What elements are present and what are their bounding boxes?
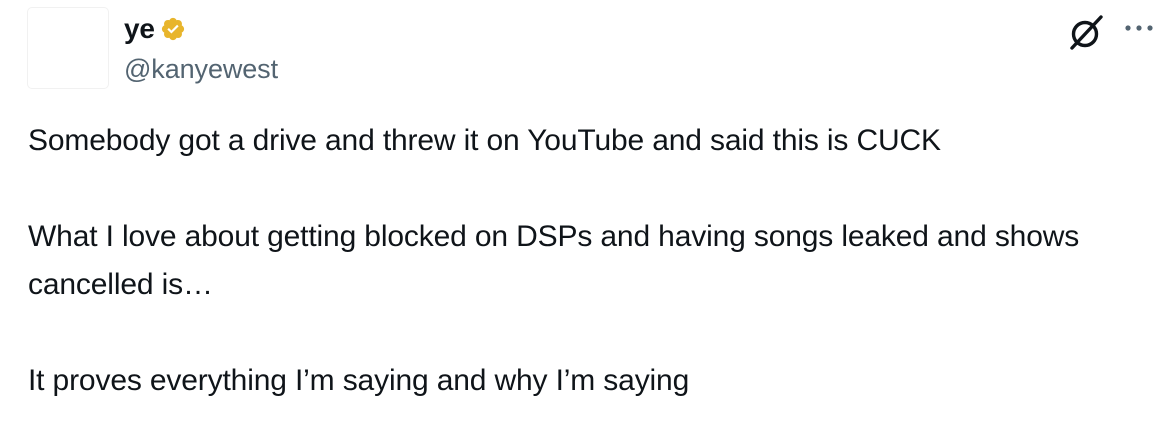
- author-name-row: ye: [124, 10, 278, 48]
- verified-badge-icon[interactable]: [160, 16, 186, 42]
- author-handle[interactable]: @kanyewest: [124, 54, 278, 85]
- grok-icon[interactable]: [1066, 12, 1106, 52]
- tweet-paragraph: What I love about getting blocked on DSP…: [28, 220, 1080, 301]
- author-display-name[interactable]: ye: [124, 13, 155, 45]
- more-options-icon[interactable]: [1122, 20, 1156, 36]
- avatar[interactable]: [28, 8, 108, 88]
- tweet-paragraph: It proves everything I’m saying and why …: [28, 364, 690, 397]
- author-identity: ye @kanyewest: [124, 10, 278, 85]
- tweet-paragraph: Somebody got a drive and threw it on You…: [28, 124, 941, 157]
- tweet-text: Somebody got a drive and threw it on You…: [28, 117, 1158, 405]
- tweet-card: ye @kanyewest Somebody got a drive and t…: [0, 0, 1174, 434]
